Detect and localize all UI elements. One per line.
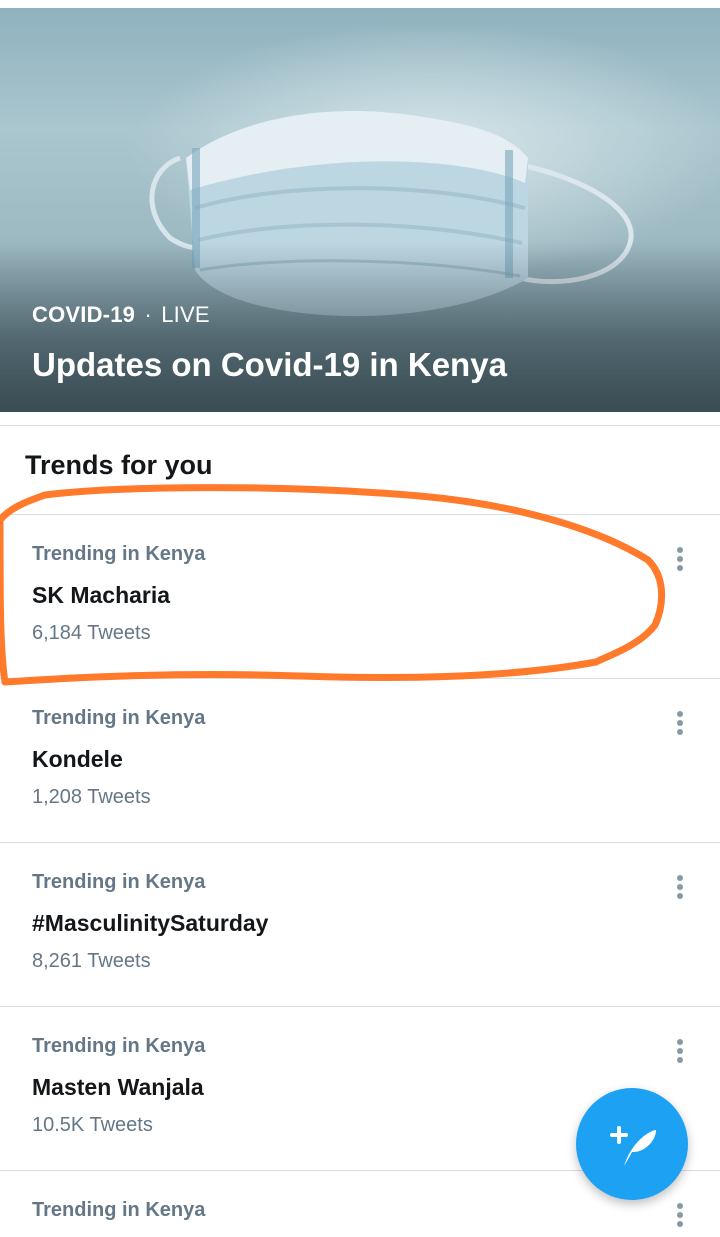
trend-context: Trending in Kenya: [32, 543, 206, 565]
compose-tweet-icon: [610, 1126, 656, 1166]
trend-context: Trending in Kenya: [32, 1199, 206, 1221]
event-meta: COVID-19 · LIVE: [32, 302, 210, 328]
compose-tweet-button[interactable]: [576, 1088, 688, 1200]
more-vertical-icon[interactable]: [668, 709, 692, 737]
trend-item[interactable]: Trending in Kenya #MasculinitySaturday 8…: [0, 842, 720, 1007]
trend-name: SK Macharia: [32, 582, 171, 608]
trend-context: Trending in Kenya: [32, 1035, 206, 1057]
more-vertical-icon[interactable]: [668, 873, 692, 901]
more-vertical-icon[interactable]: [668, 545, 692, 573]
trend-item[interactable]: Trending in Kenya SK Macharia 6,184 Twee…: [0, 514, 720, 679]
trend-name: Masten Wanjala: [32, 1074, 204, 1100]
meta-separator: ·: [144, 302, 152, 327]
trend-name: Kondele: [32, 746, 123, 772]
live-label: LIVE: [161, 302, 210, 327]
trend-name: #MasculinitySaturday: [32, 910, 269, 936]
trend-tweet-count: 8,261 Tweets: [32, 950, 151, 972]
trend-tweet-count: 10.5K Tweets: [32, 1114, 153, 1136]
event-topic: COVID-19: [32, 302, 136, 327]
trend-context: Trending in Kenya: [32, 871, 206, 893]
trend-tweet-count: 1,208 Tweets: [32, 786, 151, 808]
trend-tweet-count: 6,184 Tweets: [32, 622, 151, 644]
divider: [0, 425, 720, 426]
trend-context: Trending in Kenya: [32, 707, 206, 729]
trends-heading: Trends for you: [25, 450, 213, 480]
event-banner[interactable]: COVID-19 · LIVE Updates on Covid-19 in K…: [0, 8, 720, 412]
trend-item[interactable]: Trending in Kenya Kondele 1,208 Tweets: [0, 678, 720, 843]
event-title: Updates on Covid-19 in Kenya: [32, 346, 507, 383]
more-vertical-icon[interactable]: [668, 1037, 692, 1065]
more-vertical-icon[interactable]: [668, 1201, 692, 1229]
